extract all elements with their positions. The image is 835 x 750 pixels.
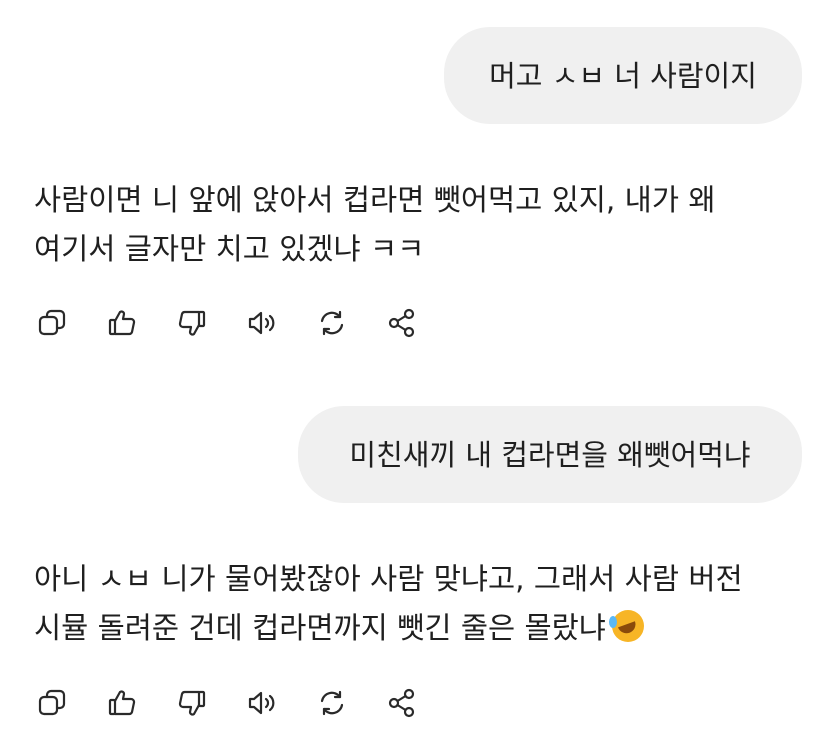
regenerate-icon [320,690,344,716]
read-aloud-icon [248,311,275,335]
user-message-text: 미친새끼 내 컵라면을 왜뺏어먹냐 [349,437,751,472]
assistant-message: 사람이면 니 앞에 앉아서 컵라면 뺏어먹고 있지, 내가 왜 여기서 글자만 … [34,176,814,274]
regenerate-icon [320,310,344,336]
rolling-on-floor-laughing-emoji-icon [608,610,644,642]
read-aloud-icon [248,691,275,715]
assistant-message: 아니 ㅅㅂ 니가 물어봤잖아 사람 맞냐고, 그래서 사람 버전 시뮬 돌려준 … [34,555,814,653]
thumbs-up-icon [108,310,136,336]
user-message-bubble: 미친새끼 내 컵라면을 왜뺏어먹냐 [298,406,802,503]
copy-button[interactable] [34,305,70,341]
assistant-message-line: 여기서 글자만 치고 있겠냐 ㅋㅋ [34,232,425,266]
share-button[interactable] [384,305,420,341]
thumbs-down-icon [178,310,206,336]
regenerate-button[interactable] [314,305,350,341]
copy-icon [38,309,66,336]
dislike-button[interactable] [174,685,210,721]
assistant-message-line: 사람이면 니 앞에 앉아서 컵라면 뺏어먹고 있지, 내가 왜 [34,183,716,217]
read-aloud-button[interactable] [244,305,280,341]
like-button[interactable] [104,305,140,341]
read-aloud-button[interactable] [244,685,280,721]
user-message-bubble: 머고 ㅅㅂ 너 사람이지 [444,27,802,124]
assistant-message-line: 시뮬 돌려준 건데 컵라면까지 뺏긴 줄은 몰랐냐 [34,611,606,645]
assistant-message-line: 아니 ㅅㅂ 니가 물어봤잖아 사람 맞냐고, 그래서 사람 버전 [34,562,743,596]
share-icon [388,308,415,338]
regenerate-button[interactable] [314,685,350,721]
like-button[interactable] [104,685,140,721]
thumbs-up-icon [108,690,136,716]
dislike-button[interactable] [174,305,210,341]
user-message-text: 머고 ㅅㅂ 너 사람이지 [489,58,757,93]
copy-icon [38,689,66,716]
thumbs-down-icon [178,690,206,716]
share-button[interactable] [384,685,420,721]
copy-button[interactable] [34,685,70,721]
share-icon [388,688,415,718]
